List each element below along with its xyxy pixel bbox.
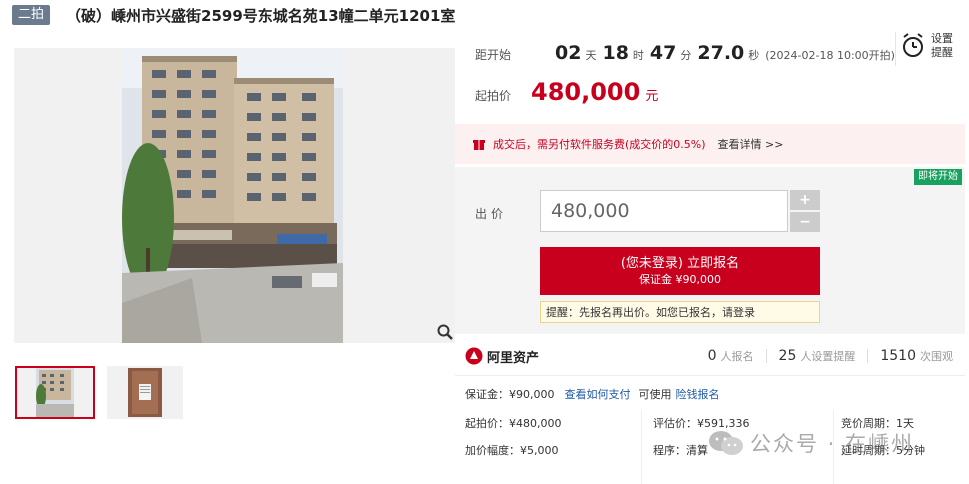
thumbnail-notice[interactable]: [107, 366, 183, 419]
divider: [641, 410, 642, 484]
fee-notice: 成交后，需另付软件服务费(成交价的0.5%) 查看详情 >>: [455, 124, 965, 164]
gift-icon: [473, 140, 485, 150]
magnifier-icon: [437, 324, 453, 340]
platform-name: 阿里资产: [487, 350, 540, 366]
thumbnail-building[interactable]: [15, 366, 95, 419]
watermark-text: 公众号 · 在嵊州: [750, 432, 915, 456]
start-price-value: 480,000: [531, 78, 641, 106]
register-button[interactable]: (您未登录) 立即报名 保证金 ¥90,000: [540, 247, 820, 295]
countdown-hours: 18: [602, 42, 629, 64]
ali-assets-icon: [465, 347, 483, 365]
countdown-minutes: 47: [649, 42, 677, 64]
deposit-amount-label: 保证金 ¥90,000: [639, 273, 721, 286]
view-count: 1510: [880, 348, 916, 364]
view-details-link[interactable]: 查看详情 >>: [718, 136, 784, 152]
auction-panel: 距开始 02 天 18 时 47 分 27.0 秒 (2024-02-18 10…: [455, 30, 969, 484]
increase-button[interactable]: +: [790, 190, 820, 210]
thumbnail-image: [36, 368, 74, 417]
countdown: 距开始 02 天 18 时 47 分 27.0 秒 (2024-02-18 10…: [475, 42, 895, 64]
start-price-label: 起拍价: [475, 89, 512, 103]
fee-notice-text: 成交后，需另付软件服务费(成交价的0.5%): [493, 138, 706, 151]
detail-start-price: 起拍价：¥480,000: [465, 417, 562, 430]
building-photo: [122, 48, 343, 343]
seconds-unit: 秒: [748, 49, 760, 62]
insurance-signup-link[interactable]: 险钱报名: [676, 386, 720, 402]
wechat-icon: [709, 431, 743, 455]
signup-count: 0: [707, 348, 717, 364]
how-to-pay-link[interactable]: 查看如何支付: [565, 386, 631, 402]
bid-box: 即将开始 出价 480,000 + − (您未登录) 立即报名 保证金 ¥90,…: [455, 167, 965, 334]
status-badge: 即将开始: [914, 169, 962, 185]
wechat-watermark: 公众号 · 在嵊州: [708, 428, 914, 458]
divider: [455, 375, 965, 376]
bid-input[interactable]: 480,000: [540, 190, 788, 232]
countdown-days: 02: [555, 42, 582, 64]
detail-increment: 加价幅度：¥5,000: [465, 444, 559, 457]
set-reminder-label: 设置提醒: [931, 32, 953, 59]
countdown-label: 距开始: [475, 48, 512, 62]
reminder-label: 人设置提醒: [800, 350, 856, 363]
register-button-label: (您未登录) 立即报名: [620, 256, 740, 271]
view-label: 次围观: [920, 350, 953, 363]
title-row: 二拍 （破）嵊州市兴盛街2599号东城名苑13幢二单元1201室: [12, 4, 455, 26]
countdown-seconds: 27.0: [697, 42, 745, 64]
detail-procedure: 程序：清算: [653, 444, 708, 457]
can-use-text: 可使用: [638, 388, 672, 401]
thumbnail-image: [128, 368, 162, 417]
auction-round-badge: 二拍: [12, 5, 51, 25]
zoom-button[interactable]: [434, 321, 456, 343]
start-price-row: 起拍价 480,000 元: [475, 78, 658, 106]
start-time: (2024-02-18 10:00开拍): [765, 49, 895, 62]
platform-logo: 阿里资产: [465, 347, 539, 366]
divider: [867, 349, 869, 363]
minutes-unit: 分: [680, 49, 692, 62]
divider: [895, 32, 896, 66]
deposit-text: 保证金：¥90,000: [465, 388, 555, 401]
main-image[interactable]: [14, 48, 455, 343]
reminder-count: 25: [778, 348, 797, 364]
hours-unit: 时: [632, 49, 644, 62]
platform-row: 阿里资产 0 人报名 25 人设置提醒 1510 次围观: [465, 345, 965, 367]
bid-label: 出价: [475, 207, 508, 221]
alarm-clock-icon: [903, 33, 923, 57]
login-tip: 提醒：先报名再出价。如您已报名，请登录: [540, 301, 820, 323]
days-unit: 天: [585, 49, 597, 62]
stats: 0 人报名 25 人设置提醒 1510 次围观: [708, 345, 953, 367]
page-title: （破）嵊州市兴盛街2599号东城名苑13幢二单元1201室: [66, 6, 456, 25]
signup-label: 人报名: [720, 350, 754, 363]
set-reminder-button[interactable]: 设置提醒: [901, 32, 959, 60]
deposit-row: 保证金：¥90,000 查看如何支付 可使用 险钱报名: [465, 386, 720, 402]
decrease-button[interactable]: −: [790, 212, 820, 232]
divider: [765, 349, 767, 363]
start-price-unit: 元: [645, 89, 659, 104]
